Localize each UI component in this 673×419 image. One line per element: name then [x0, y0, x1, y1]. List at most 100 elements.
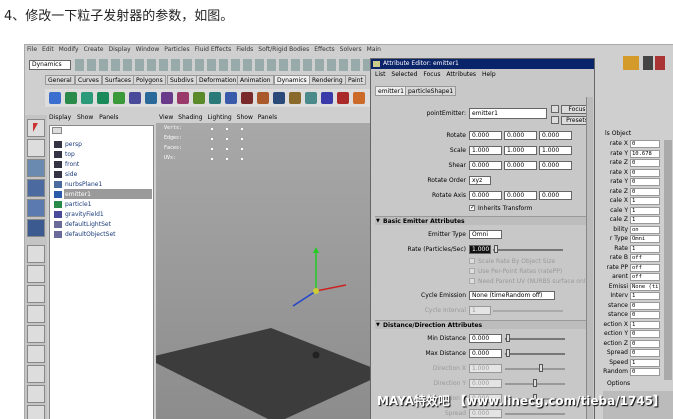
rotate-x-field[interactable]: 0.000 [469, 131, 502, 140]
channel-value[interactable]: 1 [630, 244, 660, 253]
focus-arrow-icon[interactable] [551, 105, 559, 113]
presets-arrow-icon[interactable] [551, 116, 559, 124]
channel-value[interactable]: off [630, 254, 660, 262]
shelf-tab-deformation[interactable]: Deformation [196, 75, 240, 85]
channel-value[interactable]: 0 [630, 168, 660, 177]
ae-menu-list[interactable]: List [375, 71, 386, 78]
rate-slider-knob[interactable] [494, 245, 498, 253]
menu-modify[interactable]: Modify [59, 46, 79, 53]
field-air-icon[interactable] [97, 92, 109, 104]
layout-single-icon[interactable] [27, 245, 45, 263]
shear-z-field[interactable]: 0.000 [539, 161, 572, 170]
channel-value[interactable]: 1 [630, 216, 660, 224]
shelf-tab-polygons[interactable]: Polygons [133, 75, 166, 85]
section-basic-emitter[interactable]: Basic Emitter Attributes [375, 216, 590, 226]
ae-tab-particleshape1[interactable]: particleShape1 [405, 86, 457, 96]
viewport-menu-show[interactable]: Show [237, 114, 253, 121]
viewport-menu-view[interactable]: View [159, 114, 173, 121]
outliner-item[interactable]: top [65, 151, 75, 158]
fire-icon[interactable] [353, 92, 365, 104]
min-distance-slider[interactable] [505, 338, 565, 340]
viewport-menu-panels[interactable]: Panels [258, 114, 277, 121]
rotate-axis-x-field[interactable]: 0.000 [469, 191, 502, 200]
emitter-icon[interactable] [49, 92, 61, 104]
rotate-order-dropdown[interactable]: xyz [469, 176, 491, 185]
menu-fluid[interactable]: Fluid Effects [195, 46, 232, 53]
rotate-y-field[interactable]: 0.000 [504, 131, 537, 140]
min-distance-knob[interactable] [506, 334, 510, 342]
channel-value[interactable]: off [630, 273, 660, 281]
outliner-item[interactable]: persp [65, 141, 82, 148]
menu-window[interactable]: Window [136, 46, 160, 53]
channel-box-options[interactable]: Options [607, 381, 630, 387]
channel-value[interactable]: 1 [630, 292, 660, 300]
soft-body-icon[interactable] [241, 92, 253, 104]
paint-select-icon[interactable] [27, 159, 45, 177]
instancer-icon[interactable] [305, 92, 317, 104]
layout-four-icon[interactable] [27, 265, 45, 283]
need-parent-uv-checkbox[interactable] [469, 278, 475, 284]
cycle-emission-dropdown[interactable]: None (timeRandom off) [469, 291, 555, 300]
move-tool-icon[interactable] [27, 179, 45, 197]
channel-value[interactable]: off [630, 263, 660, 272]
field-vortex-icon[interactable] [209, 92, 221, 104]
rate-slider-track[interactable] [493, 249, 563, 251]
menu-effects[interactable]: Effects [314, 46, 334, 53]
shelf-tab-dynamics[interactable]: Dynamics [274, 75, 310, 85]
menu-create[interactable]: Create [84, 46, 104, 53]
viewport-menu-lighting[interactable]: Lighting [207, 114, 231, 121]
shelf-tab-surfaces[interactable]: Surfaces [102, 75, 134, 85]
show-channel-box-icon[interactable] [655, 56, 665, 70]
ae-menu-selected[interactable]: Selected [391, 71, 417, 78]
layout-persp-icon[interactable] [27, 345, 45, 363]
show-attr-editor-icon[interactable] [643, 56, 653, 70]
shelf-tab-general[interactable]: General [45, 75, 75, 85]
mode-selector[interactable]: Dynamics [29, 60, 71, 70]
channel-value[interactable]: 0 [630, 178, 660, 186]
menu-file[interactable]: File [27, 46, 37, 53]
channel-value[interactable]: Omni [630, 235, 660, 243]
collision-icon[interactable] [289, 92, 301, 104]
field-uniform-icon[interactable] [193, 92, 205, 104]
channel-value[interactable]: 0 [630, 349, 660, 357]
ae-tab-emitter1[interactable]: emitter1 [375, 86, 407, 96]
ae-scrollbar[interactable] [586, 97, 593, 419]
channel-value[interactable]: 0 [630, 159, 660, 167]
shelf-tab-rendering[interactable]: Rendering [309, 75, 346, 85]
channel-value[interactable]: 0 [630, 330, 660, 338]
scale-tool-icon[interactable] [27, 219, 45, 237]
rotate-z-field[interactable]: 0.000 [539, 131, 572, 140]
rotate-tool-icon[interactable] [27, 199, 45, 217]
shelf-tab-paint[interactable]: Paint [345, 75, 366, 85]
channel-value[interactable]: 0 [630, 301, 660, 310]
rate-field[interactable]: 1.000 [469, 245, 491, 254]
channel-scrollbar[interactable] [664, 140, 672, 380]
outliner-menu-panels[interactable]: Panels [99, 114, 118, 121]
direction-x-knob[interactable] [539, 364, 543, 372]
field-gravity-icon[interactable] [129, 92, 141, 104]
direction-x-slider[interactable] [505, 368, 565, 370]
cycle-interval-field[interactable]: 1 [469, 306, 491, 315]
channel-value[interactable]: 0 [630, 187, 660, 196]
field-turbulence-icon[interactable] [177, 92, 189, 104]
viewport-menu-shading[interactable]: Shading [178, 114, 202, 121]
field-newton-icon[interactable] [145, 92, 157, 104]
menu-main[interactable]: Main [367, 46, 381, 53]
spring-icon[interactable] [273, 92, 285, 104]
channel-value[interactable]: 1 [630, 358, 660, 367]
shelf-tab-curves[interactable]: Curves [75, 75, 102, 85]
channel-value[interactable]: 0 [630, 140, 660, 148]
scale-rate-checkbox[interactable] [469, 258, 475, 264]
outliner-item[interactable]: defaultLightSet [65, 221, 111, 228]
spread-slider[interactable] [505, 413, 565, 415]
particle-tool-icon[interactable] [65, 92, 77, 104]
max-distance-knob[interactable] [506, 349, 510, 357]
status-line-icons[interactable] [75, 59, 370, 71]
channel-value[interactable]: 10.678 [630, 149, 660, 158]
direction-y-knob[interactable] [533, 379, 537, 387]
section-distance-direction[interactable]: Distance/Direction Attributes [375, 320, 590, 330]
outliner-menu-show[interactable]: Show [77, 114, 93, 121]
cycle-interval-slider[interactable] [493, 310, 563, 312]
scale-z-field[interactable]: 1.000 [539, 146, 572, 155]
outliner-item[interactable]: side [65, 171, 77, 178]
